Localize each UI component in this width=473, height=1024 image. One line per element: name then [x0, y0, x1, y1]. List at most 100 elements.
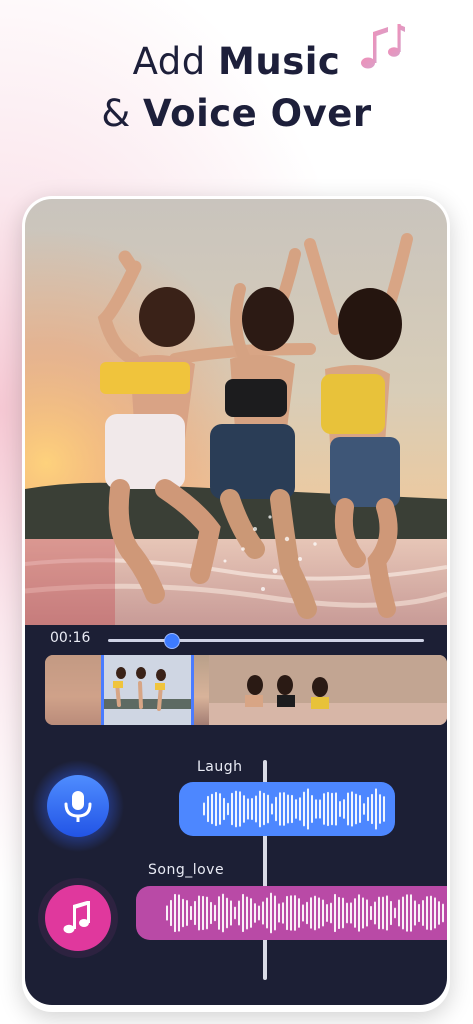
waveform-bar — [347, 792, 349, 826]
waveform-bar — [295, 799, 297, 819]
waveform-bar — [366, 899, 368, 927]
waveform-bar — [230, 900, 232, 926]
waveform-bar — [227, 802, 229, 816]
waveform-bar — [251, 797, 253, 821]
waveform-bar — [294, 895, 296, 931]
waveform-bar — [211, 793, 213, 825]
waveform-bar — [426, 896, 428, 930]
waveform-bar — [414, 900, 416, 926]
waveform-bar — [418, 903, 420, 923]
waveform-bar — [383, 796, 385, 822]
waveform-bar — [239, 791, 241, 827]
waveform-bar — [331, 792, 333, 826]
waveform-bar — [291, 794, 293, 824]
waveform-bar — [254, 903, 256, 923]
waveform-bar — [218, 896, 220, 930]
waveform-bar — [438, 901, 440, 925]
waveform-bar — [290, 895, 292, 931]
waveform-bar — [303, 791, 305, 827]
waveform-bar — [362, 897, 364, 929]
trim-handle-left[interactable] — [101, 655, 104, 725]
waveform-bar — [342, 897, 344, 929]
waveform-bar — [283, 792, 285, 826]
waveform-bar — [263, 792, 265, 826]
waveform-bar — [442, 903, 444, 923]
waveform-bar — [202, 895, 204, 931]
waveform-bar — [258, 905, 260, 921]
waveform-bar — [299, 797, 301, 821]
waveform-bar — [402, 896, 404, 930]
waveform-bar — [343, 799, 345, 819]
record-voice-button[interactable] — [32, 760, 124, 852]
waveform-bar — [219, 793, 221, 825]
waveform-bar — [326, 904, 328, 922]
waveform-bar — [238, 900, 240, 926]
add-music-button[interactable] — [38, 878, 118, 958]
progress-knob[interactable] — [164, 633, 181, 649]
waveform-bar — [210, 901, 212, 925]
waveform-bar — [306, 901, 308, 925]
waveform-bar — [278, 903, 280, 923]
waveform-bar — [386, 895, 388, 931]
waveform-bar — [203, 802, 205, 816]
waveform-bar — [223, 797, 225, 821]
waveform-bar — [359, 794, 361, 824]
waveform-bar — [286, 895, 288, 931]
waveform-bar — [298, 898, 300, 928]
trim-handle-right[interactable] — [191, 655, 194, 725]
waveform-bar — [339, 800, 341, 818]
music-track-label: Song_love — [148, 862, 225, 878]
waveform-bar — [338, 896, 340, 930]
waveform-bar — [255, 795, 257, 823]
waveform-bar — [270, 892, 272, 934]
waveform-bar — [390, 900, 392, 926]
waveform-bar — [334, 893, 336, 933]
waveform-bar — [242, 893, 244, 933]
waveform-bar — [271, 803, 273, 815]
current-time: 00:16 — [50, 630, 91, 646]
waveform-bar — [323, 793, 325, 825]
waveform-bar — [259, 790, 261, 828]
waveform-bar — [182, 898, 184, 928]
waveform-bar — [351, 791, 353, 827]
headline-line-2: & Voice Over — [101, 92, 372, 135]
waveform-bar — [315, 799, 317, 819]
waveform-bar — [275, 796, 277, 822]
waveform-bar — [322, 899, 324, 927]
waveform-bar — [274, 895, 276, 931]
video-preview[interactable] — [25, 199, 447, 625]
waveform-bar — [363, 803, 365, 815]
music-clip[interactable] — [136, 886, 447, 940]
waveform-bar — [307, 788, 309, 830]
waveform-bar — [247, 798, 249, 820]
waveform-bar — [235, 790, 237, 828]
video-filmstrip[interactable] — [45, 655, 447, 725]
waveform-bar — [310, 897, 312, 929]
waveform-bar — [394, 907, 396, 919]
waveform-bar — [279, 792, 281, 826]
waveform-bar — [374, 901, 376, 925]
waveform-bar — [430, 895, 432, 931]
waveform-bar — [370, 905, 372, 921]
progress-track[interactable] — [108, 639, 424, 642]
waveform-bar — [378, 896, 380, 930]
waveform-bar — [367, 796, 369, 822]
waveform-bar — [330, 902, 332, 924]
waveform-bar — [190, 905, 192, 921]
waveform-bar — [226, 897, 228, 929]
waveform-bar — [371, 793, 373, 825]
waveform-bar — [222, 893, 224, 933]
waveform-bar — [379, 794, 381, 824]
waveform-bar — [382, 896, 384, 930]
waveform-bar — [346, 902, 348, 924]
waveform-bar — [314, 895, 316, 931]
waveform-bar — [311, 794, 313, 824]
waveform-bar — [354, 898, 356, 928]
voice-clip[interactable] — [179, 782, 395, 836]
waveform-bar — [302, 904, 304, 922]
waveform-bar — [178, 894, 180, 932]
voice-track-label: Laugh — [197, 759, 243, 775]
music-notes-icon — [361, 24, 405, 69]
waveform-bar — [166, 905, 168, 921]
waveform-bar — [287, 794, 289, 824]
